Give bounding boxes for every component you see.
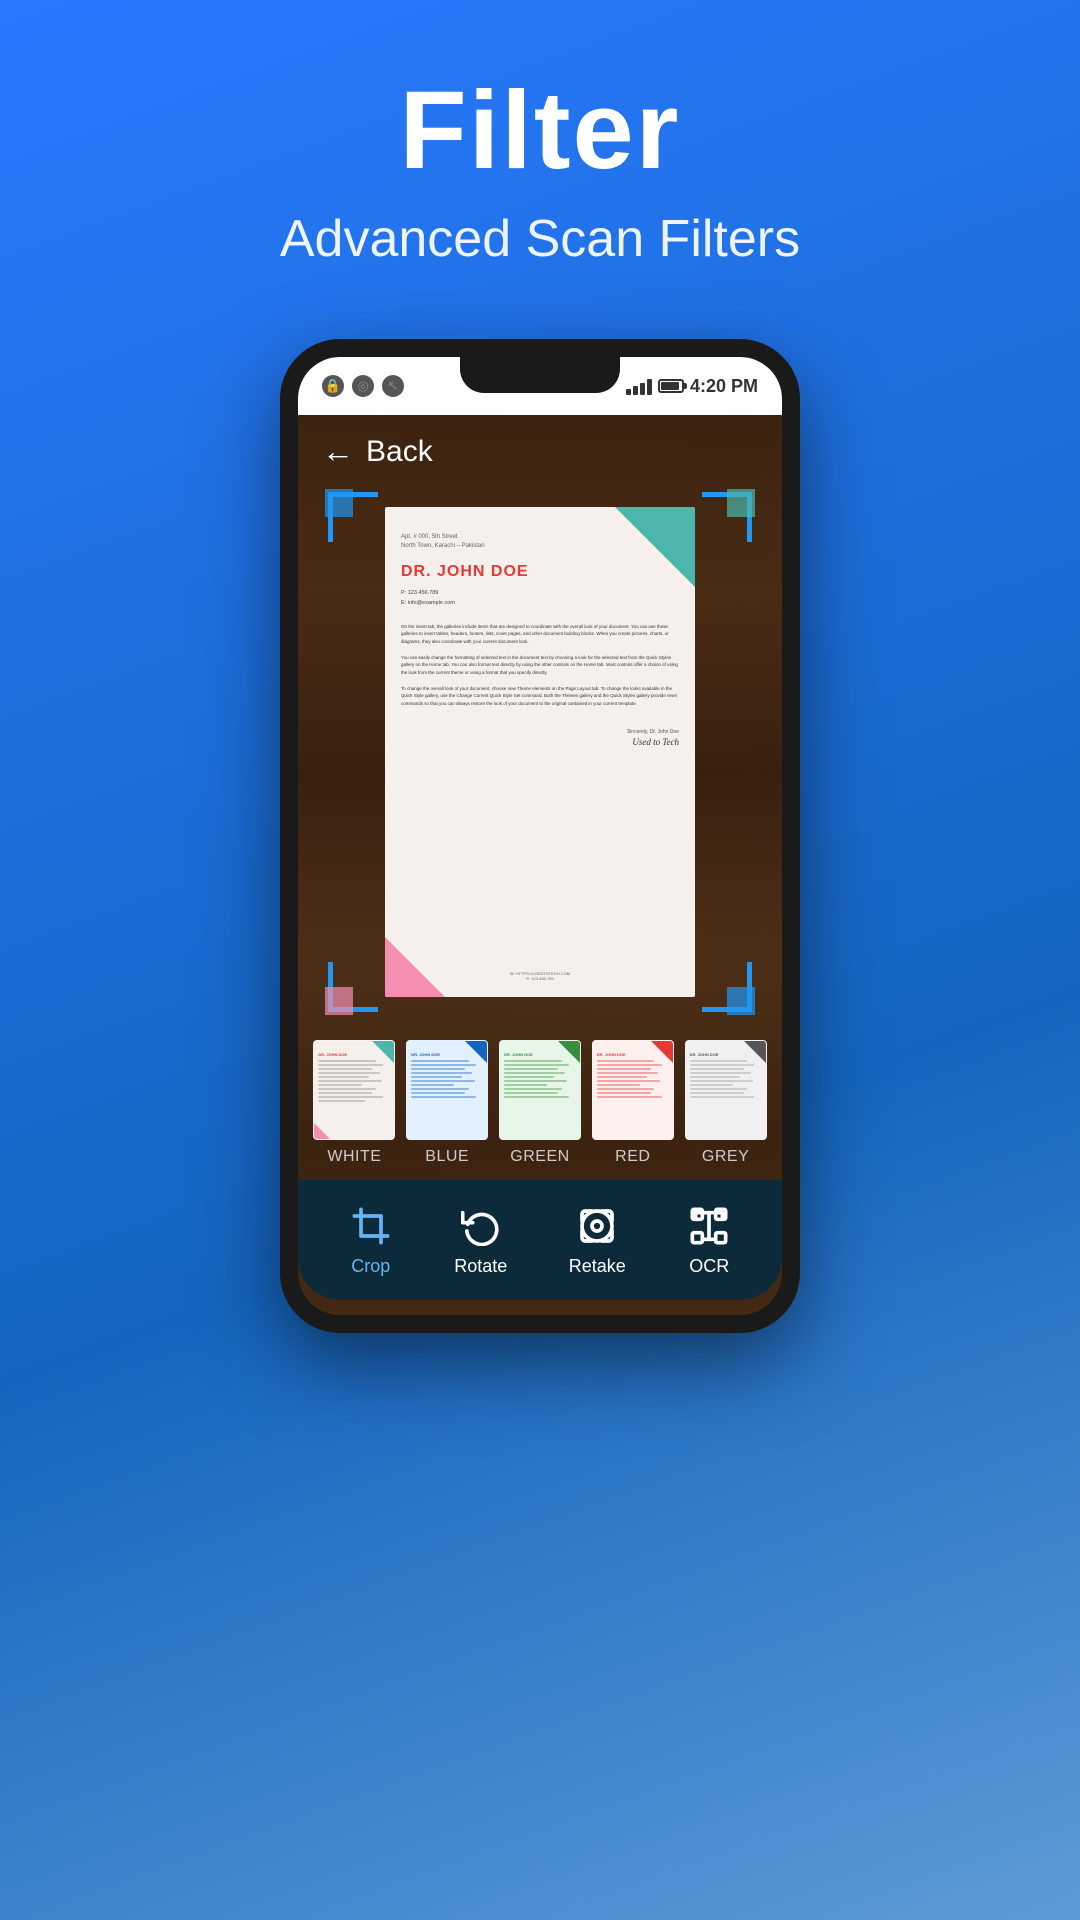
filter-blue[interactable]: DR. JOHN DOE xyxy=(406,1040,488,1166)
thumb-lines-green xyxy=(504,1060,576,1134)
doc-body-2: You can easily change the formatting of … xyxy=(401,654,679,677)
phone-mockup: 🔒 ◎ ↖ 4:20 PM ← xyxy=(280,339,800,1333)
doc-footer: W: HTTPS://USEDTOTECH.COM P: 123.456.789 xyxy=(401,971,679,981)
status-bar: 🔒 ◎ ↖ 4:20 PM xyxy=(298,357,782,415)
back-arrow-icon: ← xyxy=(322,433,354,470)
corner-dot-bl xyxy=(325,987,353,1015)
bottom-toolbar: Crop Rotate xyxy=(298,1180,782,1300)
thumb-doc-white: DR. JOHN DOE xyxy=(314,1041,394,1139)
corner-dot-tr xyxy=(727,489,755,517)
status-left-icons: 🔒 ◎ ↖ xyxy=(322,375,404,397)
doc-contact: P: 123.456.789 E: info@example.com xyxy=(401,589,679,609)
document-preview: Apt. # 000, 5th Street North Town, Karac… xyxy=(385,507,695,997)
filter-strip: DR. JOHN DOE xyxy=(298,1022,782,1180)
notch xyxy=(460,357,620,393)
rotate-icon xyxy=(459,1204,503,1248)
doc-signature-area: Sincerely, Dr. John Doe Used to Tech xyxy=(401,728,679,747)
phone-outer: 🔒 ◎ ↖ 4:20 PM ← xyxy=(280,339,800,1333)
thumb-lines-blue xyxy=(411,1060,483,1134)
filter-thumb-red: DR. JOHN DOE xyxy=(592,1040,674,1140)
filter-label-blue: BLUE xyxy=(425,1148,469,1166)
filter-label-white: WHITE xyxy=(327,1148,381,1166)
ocr-button[interactable]: OCR xyxy=(669,1194,749,1287)
thumb-doc-red: DR. JOHN DOE xyxy=(593,1041,673,1139)
filter-grey[interactable]: DR. JOHN DOE xyxy=(685,1040,767,1166)
page-subtitle: Advanced Scan Filters xyxy=(0,209,1080,269)
battery-icon xyxy=(658,379,684,393)
doc-teal-decoration xyxy=(615,507,695,587)
doc-pink-decoration xyxy=(385,937,445,997)
header-section: Filter Advanced Scan Filters xyxy=(0,0,1080,309)
location-icon: ◎ xyxy=(352,375,374,397)
page-title: Filter xyxy=(0,70,1080,191)
ocr-label: OCR xyxy=(689,1256,729,1277)
crop-button[interactable]: Crop xyxy=(331,1194,411,1287)
filter-green[interactable]: DR. JOHN DOE xyxy=(499,1040,581,1166)
lock-icon: 🔒 xyxy=(322,375,344,397)
doc-body-3: To change the overall look of your docum… xyxy=(401,685,679,708)
phone-screen: ← Back Apt. # 000, 5th Street North xyxy=(298,415,782,1315)
status-time: 4:20 PM xyxy=(690,376,758,397)
thumb-lines-red xyxy=(597,1060,669,1134)
back-label: Back xyxy=(366,435,433,469)
thumb-doc-blue: DR. JOHN DOE xyxy=(407,1041,487,1139)
corner-dot-tl xyxy=(325,489,353,517)
status-right: 4:20 PM xyxy=(626,376,758,397)
crop-icon xyxy=(349,1204,393,1248)
thumb-doc-grey: DR. JOHN DOE xyxy=(686,1041,766,1139)
filter-white[interactable]: DR. JOHN DOE xyxy=(313,1040,395,1166)
filter-label-red: RED xyxy=(615,1148,650,1166)
corner-dot-br xyxy=(727,987,755,1015)
cursor-icon: ↖ xyxy=(382,375,404,397)
filter-thumb-green: DR. JOHN DOE xyxy=(499,1040,581,1140)
retake-button[interactable]: Retake xyxy=(551,1194,644,1287)
thumb-pink-corner xyxy=(314,1123,330,1139)
rotate-button[interactable]: Rotate xyxy=(436,1194,525,1287)
filter-label-grey: GREY xyxy=(702,1148,749,1166)
filter-thumb-blue: DR. JOHN DOE xyxy=(406,1040,488,1140)
filter-thumb-grey: DR. JOHN DOE xyxy=(685,1040,767,1140)
ocr-icon xyxy=(687,1204,731,1248)
filter-red[interactable]: DR. JOHN DOE xyxy=(592,1040,674,1166)
crop-label: Crop xyxy=(351,1256,390,1277)
retake-icon xyxy=(575,1204,619,1248)
filter-label-green: GREEN xyxy=(510,1148,569,1166)
doc-body-1: On the insert tab, the galleries include… xyxy=(401,623,679,646)
signal-icon xyxy=(626,377,652,395)
filter-thumb-white: DR. JOHN DOE xyxy=(313,1040,395,1140)
doc-signature: Used to Tech xyxy=(401,737,679,747)
scan-area: Apt. # 000, 5th Street North Town, Karac… xyxy=(328,492,752,1012)
rotate-label: Rotate xyxy=(454,1256,507,1277)
thumb-lines-grey xyxy=(690,1060,762,1134)
thumb-red-corner xyxy=(651,1041,673,1063)
retake-label: Retake xyxy=(569,1256,626,1277)
thumb-doc-green: DR. JOHN DOE xyxy=(500,1041,580,1139)
back-bar[interactable]: ← Back xyxy=(298,415,782,482)
